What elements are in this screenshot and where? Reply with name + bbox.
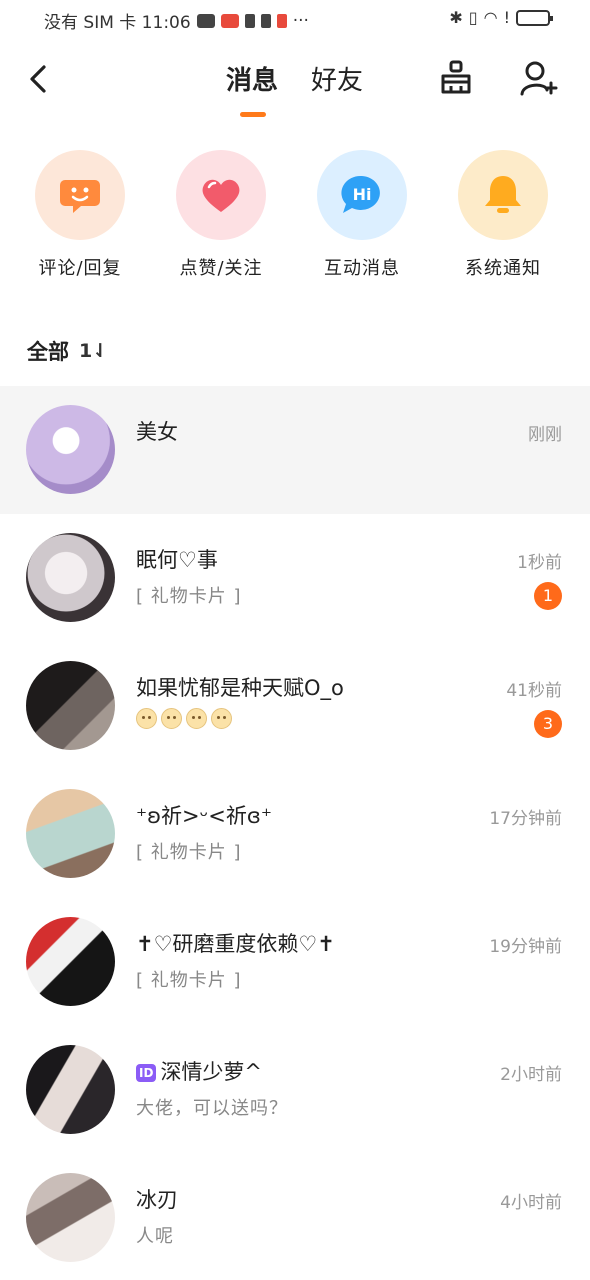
contact-name: 如果忧郁是种天赋O_o bbox=[136, 676, 344, 700]
list-item[interactable]: ✝♡研磨重度依赖♡✝ [ 礼物卡片 ] 19分钟前 bbox=[0, 898, 590, 1026]
contact-name: 美女 bbox=[136, 420, 178, 444]
wifi-icon: ◠ bbox=[483, 8, 498, 27]
category-comments[interactable]: 评论/回复 bbox=[15, 150, 145, 280]
message-preview: 人呢 bbox=[136, 1226, 174, 1247]
list-item[interactable]: ⁺ʚ祈>ᵕ<祈ɞ⁺ [ 礼物卡片 ] 17分钟前 bbox=[0, 770, 590, 898]
avatar[interactable] bbox=[26, 1173, 115, 1262]
category-interactions[interactable]: Hi 互动消息 bbox=[297, 150, 427, 280]
category-likes[interactable]: 点赞/关注 bbox=[156, 150, 286, 280]
section-title: 全部 bbox=[27, 340, 69, 364]
message-preview: [ 礼物卡片 ] bbox=[136, 970, 242, 991]
more-notifications-icon: ··· bbox=[292, 10, 309, 31]
list-item[interactable]: 眠何♡事 [ 礼物卡片 ] 1秒前 1 bbox=[0, 514, 590, 642]
message-preview: [ 礼物卡片 ] bbox=[136, 842, 242, 863]
status-right: ✱ ▯ ◠ ! bbox=[449, 8, 553, 27]
message-time: 4小时前 bbox=[500, 1193, 562, 1213]
bell-icon bbox=[458, 150, 548, 240]
status-text: 没有 SIM 卡 11:06 bbox=[44, 13, 191, 33]
avatar[interactable] bbox=[26, 533, 115, 622]
broom-icon[interactable] bbox=[436, 58, 476, 98]
contact-name: ID 深情少萝^ bbox=[136, 1056, 262, 1086]
avatar[interactable] bbox=[26, 661, 115, 750]
list-item[interactable]: 如果忧郁是种天赋O_o 41秒前 3 bbox=[0, 642, 590, 770]
back-icon[interactable] bbox=[24, 62, 54, 96]
add-user-icon[interactable] bbox=[518, 58, 558, 98]
video-icon bbox=[196, 13, 215, 28]
hi-text: Hi bbox=[353, 185, 372, 204]
qq-icon bbox=[260, 13, 271, 28]
message-list: 美女 刚刚 眠何♡事 [ 礼物卡片 ] 1秒前 1 如果忧郁是种天赋O_o 41… bbox=[0, 386, 590, 1280]
unread-badge: 1 bbox=[534, 582, 562, 610]
frown-emoji-icon bbox=[136, 708, 157, 729]
message-time: 2小时前 bbox=[500, 1065, 562, 1085]
category-system[interactable]: 系统通知 bbox=[438, 150, 568, 280]
avatar[interactable] bbox=[26, 917, 115, 1006]
contact-name: ✝♡研磨重度依赖♡✝ bbox=[136, 932, 335, 956]
avatar[interactable] bbox=[26, 789, 115, 878]
id-tag-icon: ID bbox=[136, 1064, 157, 1082]
category-label: 点赞/关注 bbox=[179, 258, 263, 279]
category-row: 评论/回复 点赞/关注 Hi 互动消息 系统通知 bbox=[0, 150, 590, 290]
category-label: 互动消息 bbox=[324, 258, 400, 279]
status-bar: 没有 SIM 卡 11:06 ··· ✱ ▯ ◠ ! bbox=[0, 0, 590, 40]
contact-name: 眠何♡事 bbox=[136, 548, 218, 572]
avatar[interactable] bbox=[26, 1045, 115, 1134]
list-item[interactable]: 冰刃 人呢 4小时前 bbox=[0, 1154, 590, 1280]
battery-icon bbox=[516, 9, 553, 26]
message-preview: 大佬，可以送吗？ bbox=[136, 1098, 288, 1119]
tab-messages[interactable]: 消息 bbox=[226, 60, 278, 97]
smile-chat-icon bbox=[35, 150, 125, 240]
news-icon bbox=[276, 13, 287, 28]
app-notification-icon bbox=[220, 13, 239, 28]
alert-icon: ! bbox=[503, 8, 510, 27]
hi-bubble-icon: Hi bbox=[317, 150, 407, 240]
bluetooth-icon: ✱ bbox=[449, 8, 463, 27]
tab-friends[interactable]: 好友 bbox=[311, 60, 363, 97]
message-time: 19分钟前 bbox=[489, 937, 562, 957]
message-time: 1秒前 bbox=[517, 553, 562, 573]
frown-emoji-icon bbox=[186, 708, 207, 729]
active-tab-indicator bbox=[240, 112, 266, 117]
list-item[interactable]: 美女 刚刚 bbox=[0, 386, 590, 514]
avatar[interactable] bbox=[26, 405, 115, 494]
message-time: 41秒前 bbox=[506, 681, 562, 701]
battery-alert-icon bbox=[244, 13, 255, 28]
list-item[interactable]: ID 深情少萝^ 大佬，可以送吗？ 2小时前 bbox=[0, 1026, 590, 1154]
category-label: 系统通知 bbox=[465, 258, 541, 279]
frown-emoji-icon bbox=[211, 708, 232, 729]
message-time: 17分钟前 bbox=[489, 809, 562, 829]
contact-name-text: 深情少萝^ bbox=[160, 1060, 263, 1084]
frown-emoji-icon bbox=[161, 708, 182, 729]
vibrate-icon: ▯ bbox=[468, 8, 478, 27]
heart-icon bbox=[176, 150, 266, 240]
contact-name: ⁺ʚ祈>ᵕ<祈ɞ⁺ bbox=[136, 804, 272, 828]
sort-icon[interactable]: 1⇃ bbox=[79, 340, 108, 362]
unread-badge: 3 bbox=[534, 710, 562, 738]
message-preview: [ 礼物卡片 ] bbox=[136, 586, 242, 607]
section-header: 全部 1⇃ bbox=[27, 336, 108, 366]
contact-name: 冰刃 bbox=[136, 1188, 178, 1212]
message-preview-emojis bbox=[136, 708, 232, 729]
category-label: 评论/回复 bbox=[38, 258, 122, 279]
message-time: 刚刚 bbox=[528, 425, 562, 445]
status-left: 没有 SIM 卡 11:06 ··· bbox=[44, 8, 309, 34]
top-nav: 消息 好友 bbox=[0, 40, 590, 120]
